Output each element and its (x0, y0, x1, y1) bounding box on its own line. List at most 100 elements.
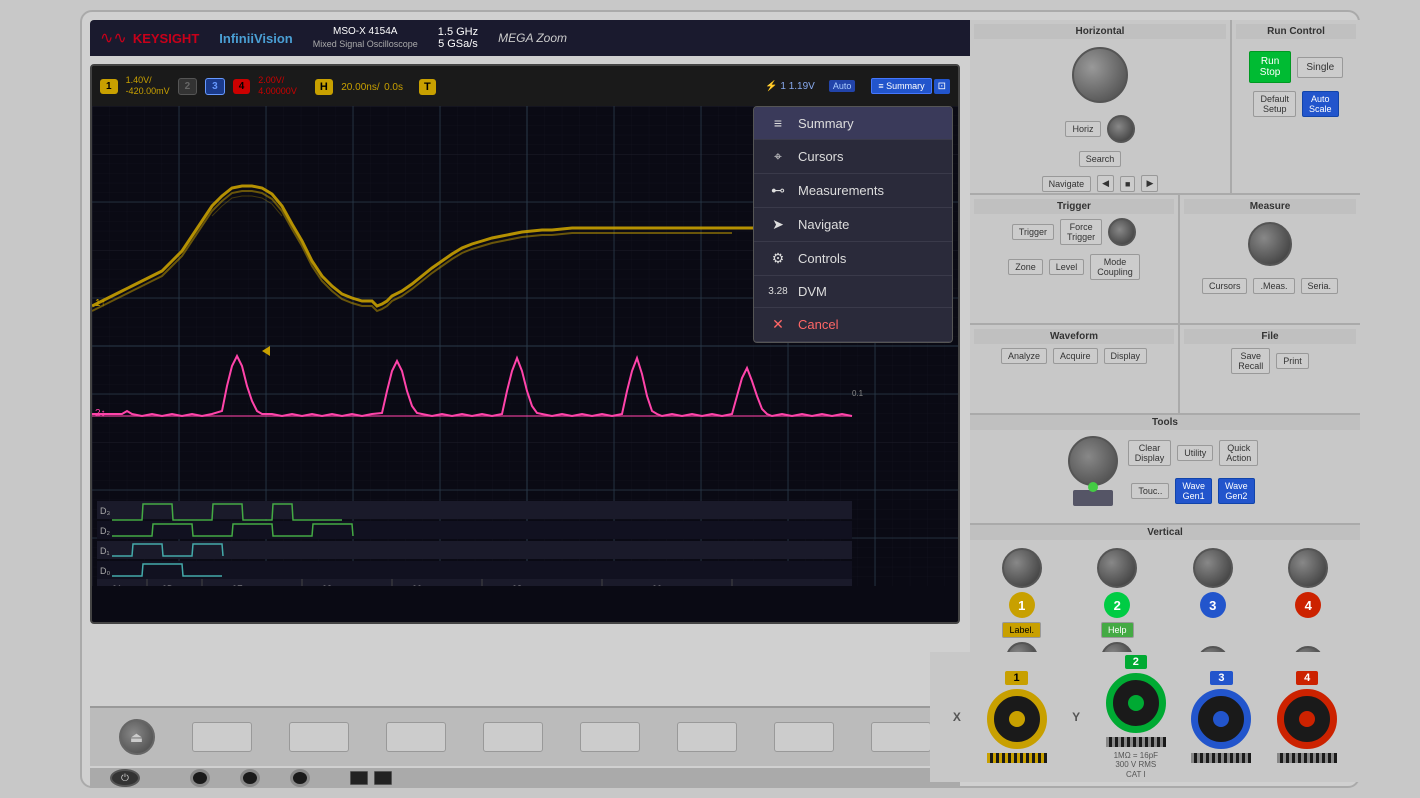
level-btn[interactable]: Level (1049, 259, 1085, 275)
acquire-btn[interactable]: Acquire (1053, 348, 1098, 364)
ch1-num-badge[interactable]: 1 (1009, 592, 1035, 618)
quick-action-btn[interactable]: QuickAction (1219, 440, 1258, 466)
ch1-scale-knob[interactable] (1002, 548, 1042, 588)
default-setup-btn[interactable]: DefaultSetup (1253, 91, 1296, 117)
usb-ports (350, 771, 392, 785)
series-btn[interactable]: Seria. (1301, 278, 1339, 294)
display-screen-mini (1073, 490, 1113, 506)
ch1-connector-label: 1 (1005, 671, 1027, 685)
utility-btn[interactable]: Utility (1177, 445, 1213, 461)
wave-gen1-btn[interactable]: WaveGen1 (1175, 478, 1212, 504)
ch3-scale-knob[interactable] (1193, 548, 1233, 588)
measure-row: Cursors .Meas. Seria. (1184, 274, 1356, 298)
power-button[interactable]: ⏻ (110, 769, 140, 787)
navigate-btn[interactable]: Navigate (1042, 176, 1092, 192)
softkey-4[interactable] (483, 722, 543, 752)
menu-item-dvm[interactable]: 3.28 DVM (754, 276, 952, 308)
ch1-label-btn[interactable]: Label. (1002, 622, 1041, 638)
display-knob[interactable] (1068, 436, 1118, 486)
trigger-knob[interactable] (1108, 218, 1136, 246)
wave-gen2-btn[interactable]: WaveGen2 (1218, 478, 1255, 504)
trigger-title: Trigger (974, 199, 1174, 214)
softkey-5[interactable] (580, 722, 640, 752)
ch2-scale-knob[interactable] (1097, 548, 1137, 588)
zone-btn[interactable]: Zone (1008, 259, 1043, 275)
nav-left-btn[interactable]: ◀ (1097, 175, 1114, 192)
softkey-1[interactable] (192, 722, 252, 752)
clear-display-btn[interactable]: ClearDisplay (1128, 440, 1172, 466)
ch3-badge[interactable]: 3 (205, 78, 225, 95)
menu-item-summary[interactable]: ≡ Summary (754, 107, 952, 140)
touch-btn[interactable]: Touc.. (1131, 483, 1169, 499)
softkey-7[interactable] (774, 722, 834, 752)
measure-title: Measure (1184, 199, 1356, 214)
y-label: Y (1072, 710, 1080, 724)
nav-stop-btn[interactable]: ■ (1120, 176, 1135, 192)
measure-knob[interactable] (1248, 222, 1292, 266)
horiz-btn[interactable]: Horiz (1065, 121, 1100, 137)
summary-icon[interactable]: ⊡ (934, 79, 950, 94)
ch1-badge[interactable]: 1 (100, 79, 118, 94)
trigger-section: Trigger Trigger ForceTrigger Zone Level … (970, 195, 1180, 323)
t-badge[interactable]: T (419, 79, 436, 95)
nav-right-btn[interactable]: ▶ (1141, 175, 1158, 192)
cancel-icon: ✕ (768, 316, 788, 333)
file-row: SaveRecall Print (1184, 344, 1356, 378)
horizontal-knob[interactable] (1072, 47, 1128, 103)
bnc-row (190, 769, 310, 787)
ch4-bnc[interactable] (1277, 689, 1337, 749)
save-recall-btn[interactable]: SaveRecall (1231, 348, 1270, 374)
ch3-num-badge[interactable]: 3 (1200, 592, 1226, 618)
cursors-measure-btn[interactable]: Cursors (1202, 278, 1248, 294)
search-btn[interactable]: Search (1079, 151, 1122, 167)
eject-button[interactable]: ⏏ (119, 719, 155, 755)
single-btn[interactable]: Single (1297, 57, 1343, 78)
run-stop-btn[interactable]: RunStop (1249, 51, 1292, 83)
svg-text:00: 00 (652, 584, 662, 586)
ch1-bnc[interactable] (987, 689, 1047, 749)
ch2-connector: 2 1MΩ = 16pF300 V RMSCAT I (1106, 655, 1166, 780)
screen-area[interactable]: 1 1.40V/ -420.00mV 2 3 4 2.00V/ 4.00000V… (90, 64, 960, 624)
ch2-bnc[interactable] (1106, 673, 1166, 733)
ch3-bnc[interactable] (1191, 689, 1251, 749)
summary-button[interactable]: ≡ Summary (871, 78, 931, 94)
menu-item-cancel[interactable]: ✕ Cancel (754, 308, 952, 342)
ch2-num-badge[interactable]: 2 (1104, 592, 1130, 618)
ch2-badge[interactable]: 2 (178, 78, 198, 95)
auto-scale-btn[interactable]: AutoScale (1302, 91, 1339, 117)
print-btn[interactable]: Print (1276, 353, 1309, 369)
measurements-icon: ⊷ (768, 182, 788, 199)
analyze-btn[interactable]: Analyze (1001, 348, 1047, 364)
h-badge[interactable]: H (315, 79, 333, 95)
display-btn[interactable]: Display (1104, 348, 1148, 364)
menu-item-controls[interactable]: ⚙ Controls (754, 242, 952, 276)
mode-coupling-btn[interactable]: ModeCoupling (1090, 254, 1140, 280)
file-title: File (1184, 329, 1356, 344)
menu-item-measurements[interactable]: ⊷ Measurements (754, 174, 952, 208)
trig-info: ⚡ 1 1.19V (765, 81, 815, 92)
menu-item-cursors[interactable]: ⌖ Cursors (754, 140, 952, 174)
menu-item-navigate[interactable]: ➤ Navigate (754, 208, 952, 242)
ch2-help-btn[interactable]: Help (1101, 622, 1134, 638)
ch4-connector-pins (1277, 753, 1337, 763)
softkey-2[interactable] (289, 722, 349, 752)
ch2-connector-label: 2 (1125, 655, 1147, 669)
ch4-scale-knob[interactable] (1288, 548, 1328, 588)
search-knob[interactable] (1107, 115, 1135, 143)
force-trigger-btn[interactable]: ForceTrigger (1060, 219, 1102, 245)
meas-btn[interactable]: .Meas. (1253, 278, 1294, 294)
tools-section: Tools ClearDisplay Utility QuickAction (970, 415, 1360, 525)
vertical-title: Vertical (970, 525, 1360, 540)
ch4-badge[interactable]: 4 (233, 79, 251, 94)
svg-text:1↑: 1↑ (95, 298, 106, 309)
ch4-num-badge[interactable]: 4 (1295, 592, 1321, 618)
dropdown-menu[interactable]: ≡ Summary ⌖ Cursors ⊷ Measurements ➤ Nav… (753, 106, 953, 343)
softkey-8[interactable] (871, 722, 931, 752)
softkey-6[interactable] (677, 722, 737, 752)
svg-text:D₁: D₁ (100, 546, 110, 556)
trigger-btn[interactable]: Trigger (1012, 224, 1054, 240)
navigate-icon: ➤ (768, 216, 788, 233)
softkey-3[interactable] (386, 722, 446, 752)
svg-text:D₃: D₃ (100, 506, 110, 516)
navigate-row: Navigate ◀ ■ ▶ (974, 171, 1226, 196)
